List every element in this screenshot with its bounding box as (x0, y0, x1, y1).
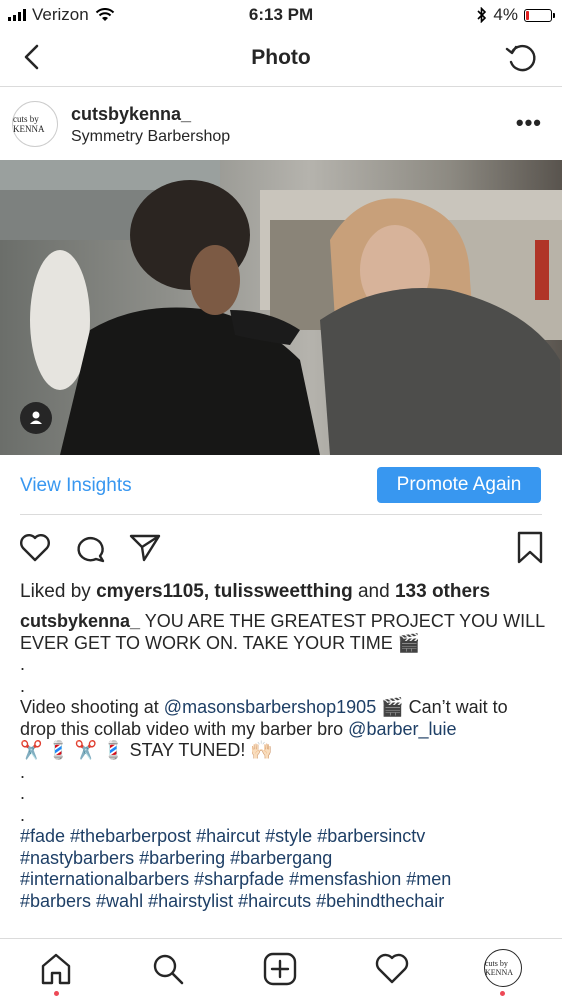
page-title: Photo (251, 46, 311, 69)
bluetooth-icon (477, 7, 487, 23)
avatar-logo-text: cuts by KENNA (13, 114, 45, 134)
caption-dot: . (20, 761, 26, 782)
battery-icon (524, 8, 555, 22)
post-photo[interactable] (0, 160, 562, 455)
home-icon[interactable] (38, 951, 74, 987)
avatar[interactable]: cuts by KENNA (12, 101, 58, 147)
caption-text: Video shooting at (20, 697, 159, 717)
bookmark-icon[interactable] (516, 531, 544, 565)
likes-prefix: Liked by (20, 581, 91, 602)
battery-percent: 4% (493, 5, 518, 24)
hashtag-line[interactable]: #nastybarbers #barbering #barbergang (20, 848, 545, 870)
status-bar: Verizon 6:13 PM 4% (0, 0, 562, 30)
hashtag-line[interactable]: #internationalbarbers #sharpfade #mensfa… (20, 869, 545, 891)
liker-link[interactable]: tulissweetthing (214, 581, 352, 602)
person-icon (30, 411, 42, 424)
caption-text: ✂️ 💈 ✂️ 💈 STAY TUNED! 🙌🏻 (20, 740, 273, 760)
search-icon[interactable] (150, 951, 186, 987)
like-heart-icon[interactable] (18, 532, 52, 564)
profile-notification-dot (500, 991, 505, 996)
likes-count-link[interactable]: 133 others (395, 581, 490, 602)
post-username[interactable]: cutsbykenna_ (71, 104, 191, 125)
post-actions (0, 528, 562, 568)
divider (20, 514, 542, 515)
hashtag-line[interactable]: #barbers #wahl #hairstylist #haircuts #b… (20, 891, 545, 913)
tab-bar: cuts by KENNA (0, 938, 562, 1001)
share-direct-icon[interactable] (128, 531, 162, 563)
caption-dot: . (20, 783, 26, 803)
activity-heart-icon[interactable] (374, 951, 410, 987)
tagged-users-button[interactable] (20, 402, 52, 434)
mention-link[interactable]: @barber_luie (348, 719, 456, 739)
insights-bar: View Insights Promote Again (0, 455, 562, 515)
caption-dot: . (20, 675, 26, 696)
view-insights-link[interactable]: View Insights (20, 475, 132, 497)
post-header: cuts by KENNA cutsbykenna_ Symmetry Barb… (0, 88, 562, 160)
refresh-icon[interactable] (504, 40, 540, 76)
comment-icon[interactable] (74, 532, 108, 564)
hashtag-line[interactable]: #fade #thebarberpost #haircut #style #ba… (20, 826, 545, 848)
nav-bar: Photo (0, 30, 562, 87)
avatar-logo-text: cuts by KENNA (485, 959, 513, 977)
mention-link[interactable]: @masonsbarbershop1905 (164, 697, 376, 717)
ellipsis-icon[interactable]: ••• (516, 112, 542, 134)
caption-username[interactable]: cutsbykenna_ (20, 611, 140, 631)
promote-again-button[interactable]: Promote Again (377, 467, 541, 503)
photo-image (0, 160, 562, 455)
profile-avatar[interactable]: cuts by KENNA (484, 949, 522, 987)
likes-line: Liked by cmyers1105, tulissweetthing and… (20, 581, 490, 603)
caption-dot: . (20, 804, 26, 825)
liker-link[interactable]: cmyers1105 (96, 581, 204, 602)
caption-dot: . (20, 654, 26, 674)
likes-separator: , (203, 581, 210, 602)
add-post-icon[interactable] (262, 951, 298, 987)
likes-and: and (357, 581, 390, 602)
caption: cutsbykenna_ YOU ARE THE GREATEST PROJEC… (20, 611, 545, 912)
post-location[interactable]: Symmetry Barbershop (71, 128, 230, 146)
home-notification-dot (54, 991, 59, 996)
